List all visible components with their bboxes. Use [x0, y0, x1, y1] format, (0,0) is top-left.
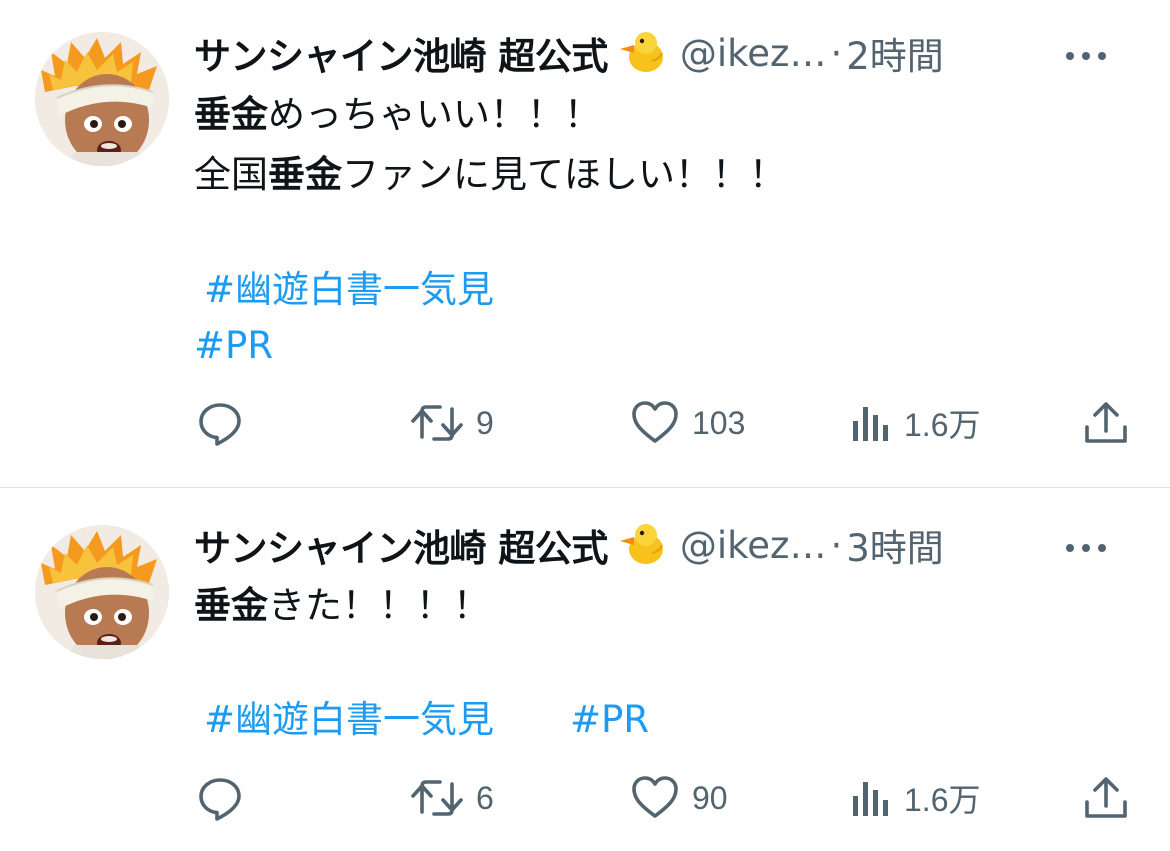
hashtag-link[interactable]: #PR [194, 318, 273, 374]
tweet-text-line: 垂金めっちゃいい！！！ [194, 85, 1150, 145]
reply-icon [196, 399, 244, 447]
hashtag-link[interactable]: #PR [570, 692, 649, 748]
hashtag-link[interactable]: #幽遊白書一気見 [204, 262, 494, 318]
views-icon [850, 774, 892, 822]
tweet-header: サンシャイン池崎 超公式 @ikez… · 2時間 [194, 25, 1150, 81]
like-count: 90 [692, 779, 728, 816]
text-rest: めっちゃいい！！！ [268, 93, 601, 136]
chick-emoji-icon [616, 523, 666, 567]
reply-button[interactable] [196, 768, 256, 828]
more-icon[interactable] [1064, 47, 1108, 60]
avatar[interactable] [35, 525, 169, 659]
tweet-header: サンシャイン池崎 超公式 @ikez… · 3時間 [194, 517, 1150, 573]
view-count: 1.6万 [904, 782, 981, 818]
text-prefix: 全国 [194, 153, 268, 196]
retweet-icon [410, 399, 464, 447]
chick-emoji-icon [616, 31, 666, 75]
tweet[interactable]: サンシャイン池崎 超公式 @ikez… · 3時間 垂金きた！！！！ #幽遊白書… [0, 488, 1170, 851]
share-icon [1082, 399, 1130, 447]
retweet-icon [410, 774, 464, 822]
share-icon [1082, 774, 1130, 822]
heart-icon [630, 774, 680, 822]
reply-button[interactable] [196, 393, 256, 453]
tweet[interactable]: サンシャイン池崎 超公式 @ikez… · 2時間 垂金めっちゃいい！！！ 全国… [0, 0, 1170, 487]
retweet-count: 9 [476, 404, 494, 441]
view-count: 1.6万 [904, 407, 981, 443]
bold-term: 垂金 [194, 584, 268, 627]
separator: · [830, 31, 843, 75]
avatar[interactable] [35, 32, 169, 166]
action-bar: 6 90 1.6万 [0, 768, 1170, 828]
like-button[interactable]: 90 [630, 768, 728, 828]
author-name[interactable]: サンシャイン池崎 超公式 [194, 518, 608, 572]
views-button[interactable]: 1.6万 [850, 393, 981, 453]
views-button[interactable]: 1.6万 [850, 768, 981, 828]
like-button[interactable]: 103 [630, 393, 745, 453]
retweet-button[interactable]: 9 [410, 393, 494, 453]
author-handle[interactable]: @ikez… [680, 524, 827, 567]
author-name[interactable]: サンシャイン池崎 超公式 [194, 26, 608, 80]
text-rest: きた！！！！ [268, 584, 490, 627]
share-button[interactable] [1082, 768, 1130, 828]
more-icon[interactable] [1064, 539, 1108, 552]
heart-icon [630, 399, 680, 447]
action-bar: 9 103 1.6万 [0, 393, 1170, 453]
bold-term: 垂金 [194, 93, 268, 136]
tweet-text: 垂金きた！！！！ [194, 576, 1150, 636]
hashtag-link[interactable]: #幽遊白書一気見 [204, 692, 494, 748]
share-button[interactable] [1082, 393, 1130, 453]
timestamp[interactable]: 2時間 [846, 26, 944, 80]
text-rest: ファンに見てほしい！！！ [342, 153, 786, 196]
author-handle[interactable]: @ikez… [680, 32, 827, 75]
separator: · [830, 523, 843, 567]
retweet-count: 6 [476, 779, 494, 816]
timestamp[interactable]: 3時間 [846, 518, 944, 572]
bold-term: 垂金 [268, 153, 342, 196]
tweet-text-line: 垂金きた！！！！ [194, 576, 1150, 636]
tweet-text-line: 全国垂金ファンに見てほしい！！！ [194, 145, 1150, 205]
views-icon [850, 399, 892, 447]
like-count: 103 [692, 404, 746, 441]
retweet-button[interactable]: 6 [410, 768, 494, 828]
tweet-text: 垂金めっちゃいい！！！ 全国垂金ファンに見てほしい！！！ [194, 85, 1150, 205]
reply-icon [196, 774, 244, 822]
